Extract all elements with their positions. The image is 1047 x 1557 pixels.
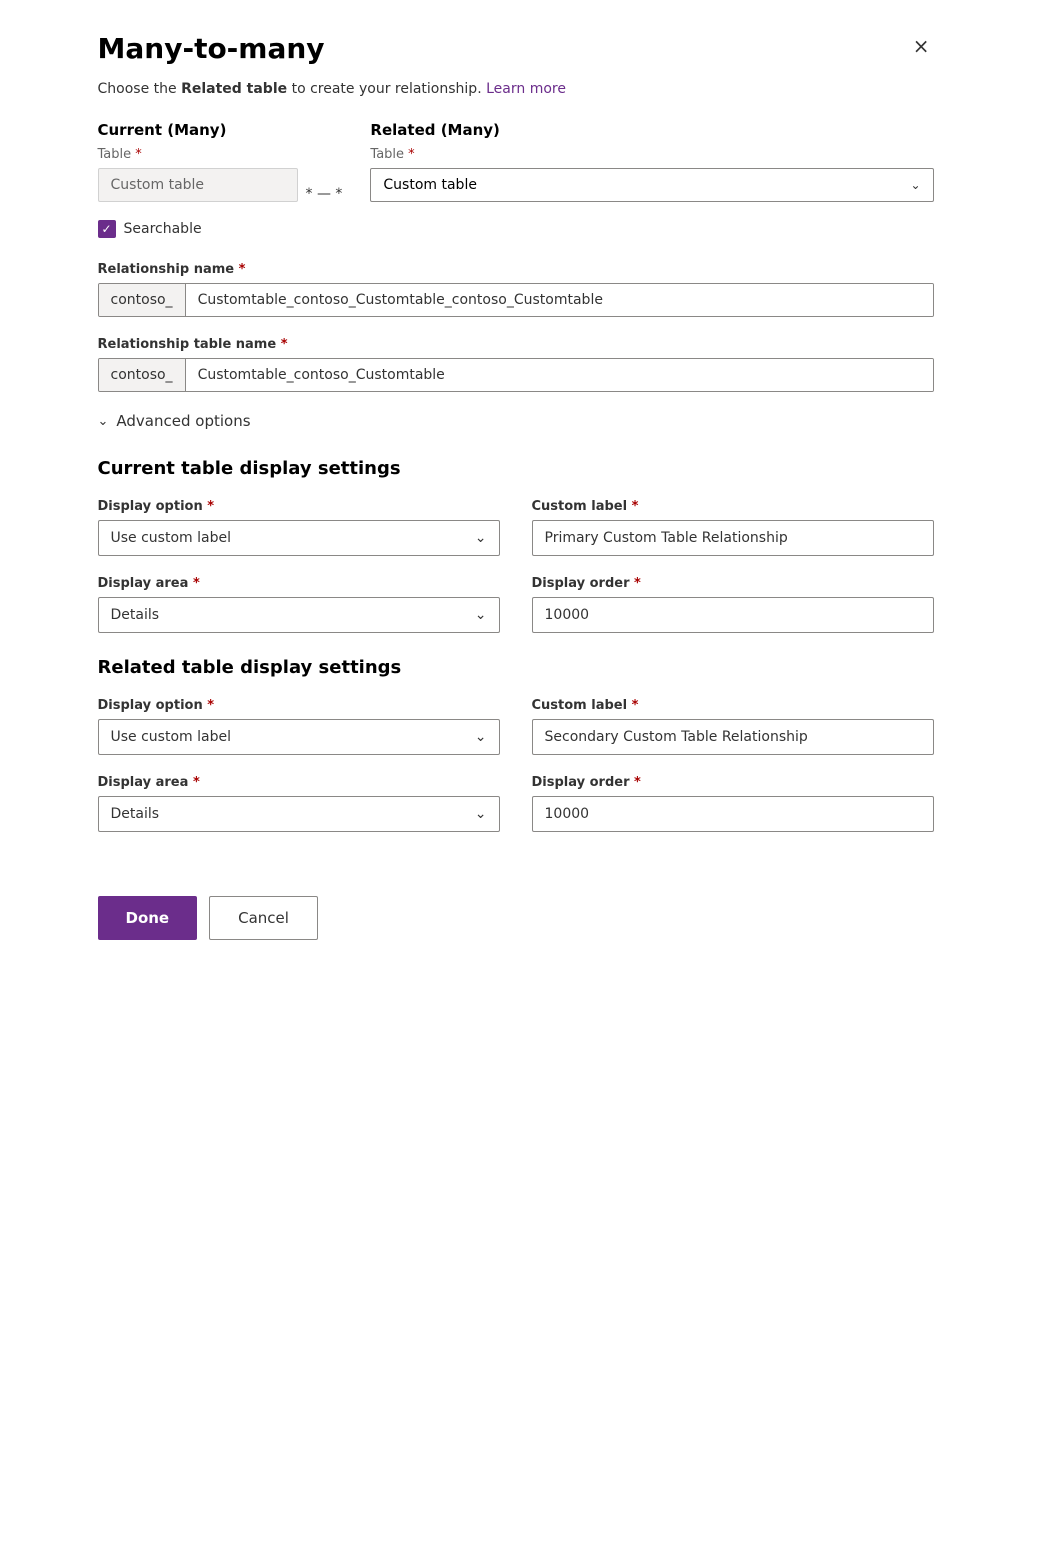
relationship-table-name-label: Relationship table name * (98, 337, 934, 352)
dialog-title: Many-to-many (98, 32, 325, 65)
current-table-display-settings: Current table display settings Display o… (98, 458, 934, 633)
related-table-display-settings: Related table display settings Display o… (98, 657, 934, 832)
searchable-label: Searchable (124, 221, 202, 237)
current-settings-title: Current table display settings (98, 458, 934, 479)
related-custom-label-group: Custom label * (532, 698, 934, 755)
related-column-header: Related (Many) (370, 121, 933, 139)
advanced-options-label: Advanced options (116, 412, 250, 430)
related-display-area-select[interactable]: Details ⌄ (98, 796, 500, 832)
learn-more-link[interactable]: Learn more (486, 81, 566, 97)
related-display-area-chevron-icon: ⌄ (475, 806, 487, 822)
dialog-header: Many-to-many × (98, 32, 934, 65)
relationship-name-label: Relationship name * (98, 262, 934, 277)
related-table-chevron-icon: ⌄ (910, 178, 920, 192)
related-settings-grid: Display option * Use custom label ⌄ Cust… (98, 698, 934, 832)
related-table-column: Related (Many) Table * Custom table ⌄ (370, 121, 933, 202)
related-display-order-label: Display order * (532, 775, 934, 790)
relationship-table-name-input[interactable]: contoso_ (98, 358, 934, 392)
current-table-value: Custom table (98, 168, 298, 202)
current-custom-label-group: Custom label * (532, 499, 934, 556)
current-display-order-group: Display order * (532, 576, 934, 633)
related-display-option-label: Display option * (98, 698, 500, 713)
current-custom-label-label: Custom label * (532, 499, 934, 514)
related-settings-title: Related table display settings (98, 657, 934, 678)
related-display-option-select[interactable]: Use custom label ⌄ (98, 719, 500, 755)
current-display-option-label: Display option * (98, 499, 500, 514)
advanced-options-chevron-icon: ⌄ (98, 414, 109, 429)
relationship-table-name-group: Relationship table name * contoso_ (98, 337, 934, 392)
relationship-name-group: Relationship name * contoso_ (98, 262, 934, 317)
related-custom-label-field[interactable] (532, 719, 934, 755)
many-to-many-dialog: Many-to-many × Choose the Related table … (74, 0, 974, 1557)
current-column-header: Current (Many) (98, 121, 298, 139)
related-display-option-group: Display option * Use custom label ⌄ (98, 698, 500, 755)
dialog-footer: Done Cancel (98, 872, 934, 940)
related-table-select[interactable]: Custom table ⌄ (370, 168, 933, 202)
related-display-area-group: Display area * Details ⌄ (98, 775, 500, 832)
related-display-area-label: Display area * (98, 775, 500, 790)
current-display-area-chevron-icon: ⌄ (475, 607, 487, 623)
close-button[interactable]: × (909, 32, 934, 60)
related-display-option-chevron-icon: ⌄ (475, 729, 487, 745)
relationship-table-name-prefix: contoso_ (99, 359, 186, 391)
done-button[interactable]: Done (98, 896, 198, 940)
table-connector: * — * (306, 154, 343, 202)
relationship-table-name-field[interactable] (186, 359, 933, 391)
related-display-order-group: Display order * (532, 775, 934, 832)
current-display-option-group: Display option * Use custom label ⌄ (98, 499, 500, 556)
relationship-name-field[interactable] (186, 284, 933, 316)
searchable-checkbox[interactable]: ✓ (98, 220, 116, 238)
table-section: Current (Many) Table * Custom table * — … (98, 121, 934, 202)
current-settings-grid: Display option * Use custom label ⌄ Cust… (98, 499, 934, 633)
related-table-label: Table * (370, 147, 933, 162)
current-display-area-group: Display area * Details ⌄ (98, 576, 500, 633)
relationship-name-prefix: contoso_ (99, 284, 186, 316)
dialog-description: Choose the Related table to create your … (98, 81, 934, 97)
current-display-option-select[interactable]: Use custom label ⌄ (98, 520, 500, 556)
cancel-button[interactable]: Cancel (209, 896, 318, 940)
current-display-area-select[interactable]: Details ⌄ (98, 597, 500, 633)
searchable-row: ✓ Searchable (98, 220, 934, 238)
current-display-order-label: Display order * (532, 576, 934, 591)
current-display-order-field[interactable] (532, 597, 934, 633)
current-display-option-chevron-icon: ⌄ (475, 530, 487, 546)
current-table-column: Current (Many) Table * Custom table (98, 121, 298, 202)
current-table-label: Table * (98, 147, 298, 162)
related-custom-label-label: Custom label * (532, 698, 934, 713)
current-custom-label-field[interactable] (532, 520, 934, 556)
current-display-area-label: Display area * (98, 576, 500, 591)
relationship-name-input[interactable]: contoso_ (98, 283, 934, 317)
checkmark-icon: ✓ (101, 222, 111, 236)
advanced-options-toggle[interactable]: ⌄ Advanced options (98, 412, 934, 430)
related-display-order-field[interactable] (532, 796, 934, 832)
